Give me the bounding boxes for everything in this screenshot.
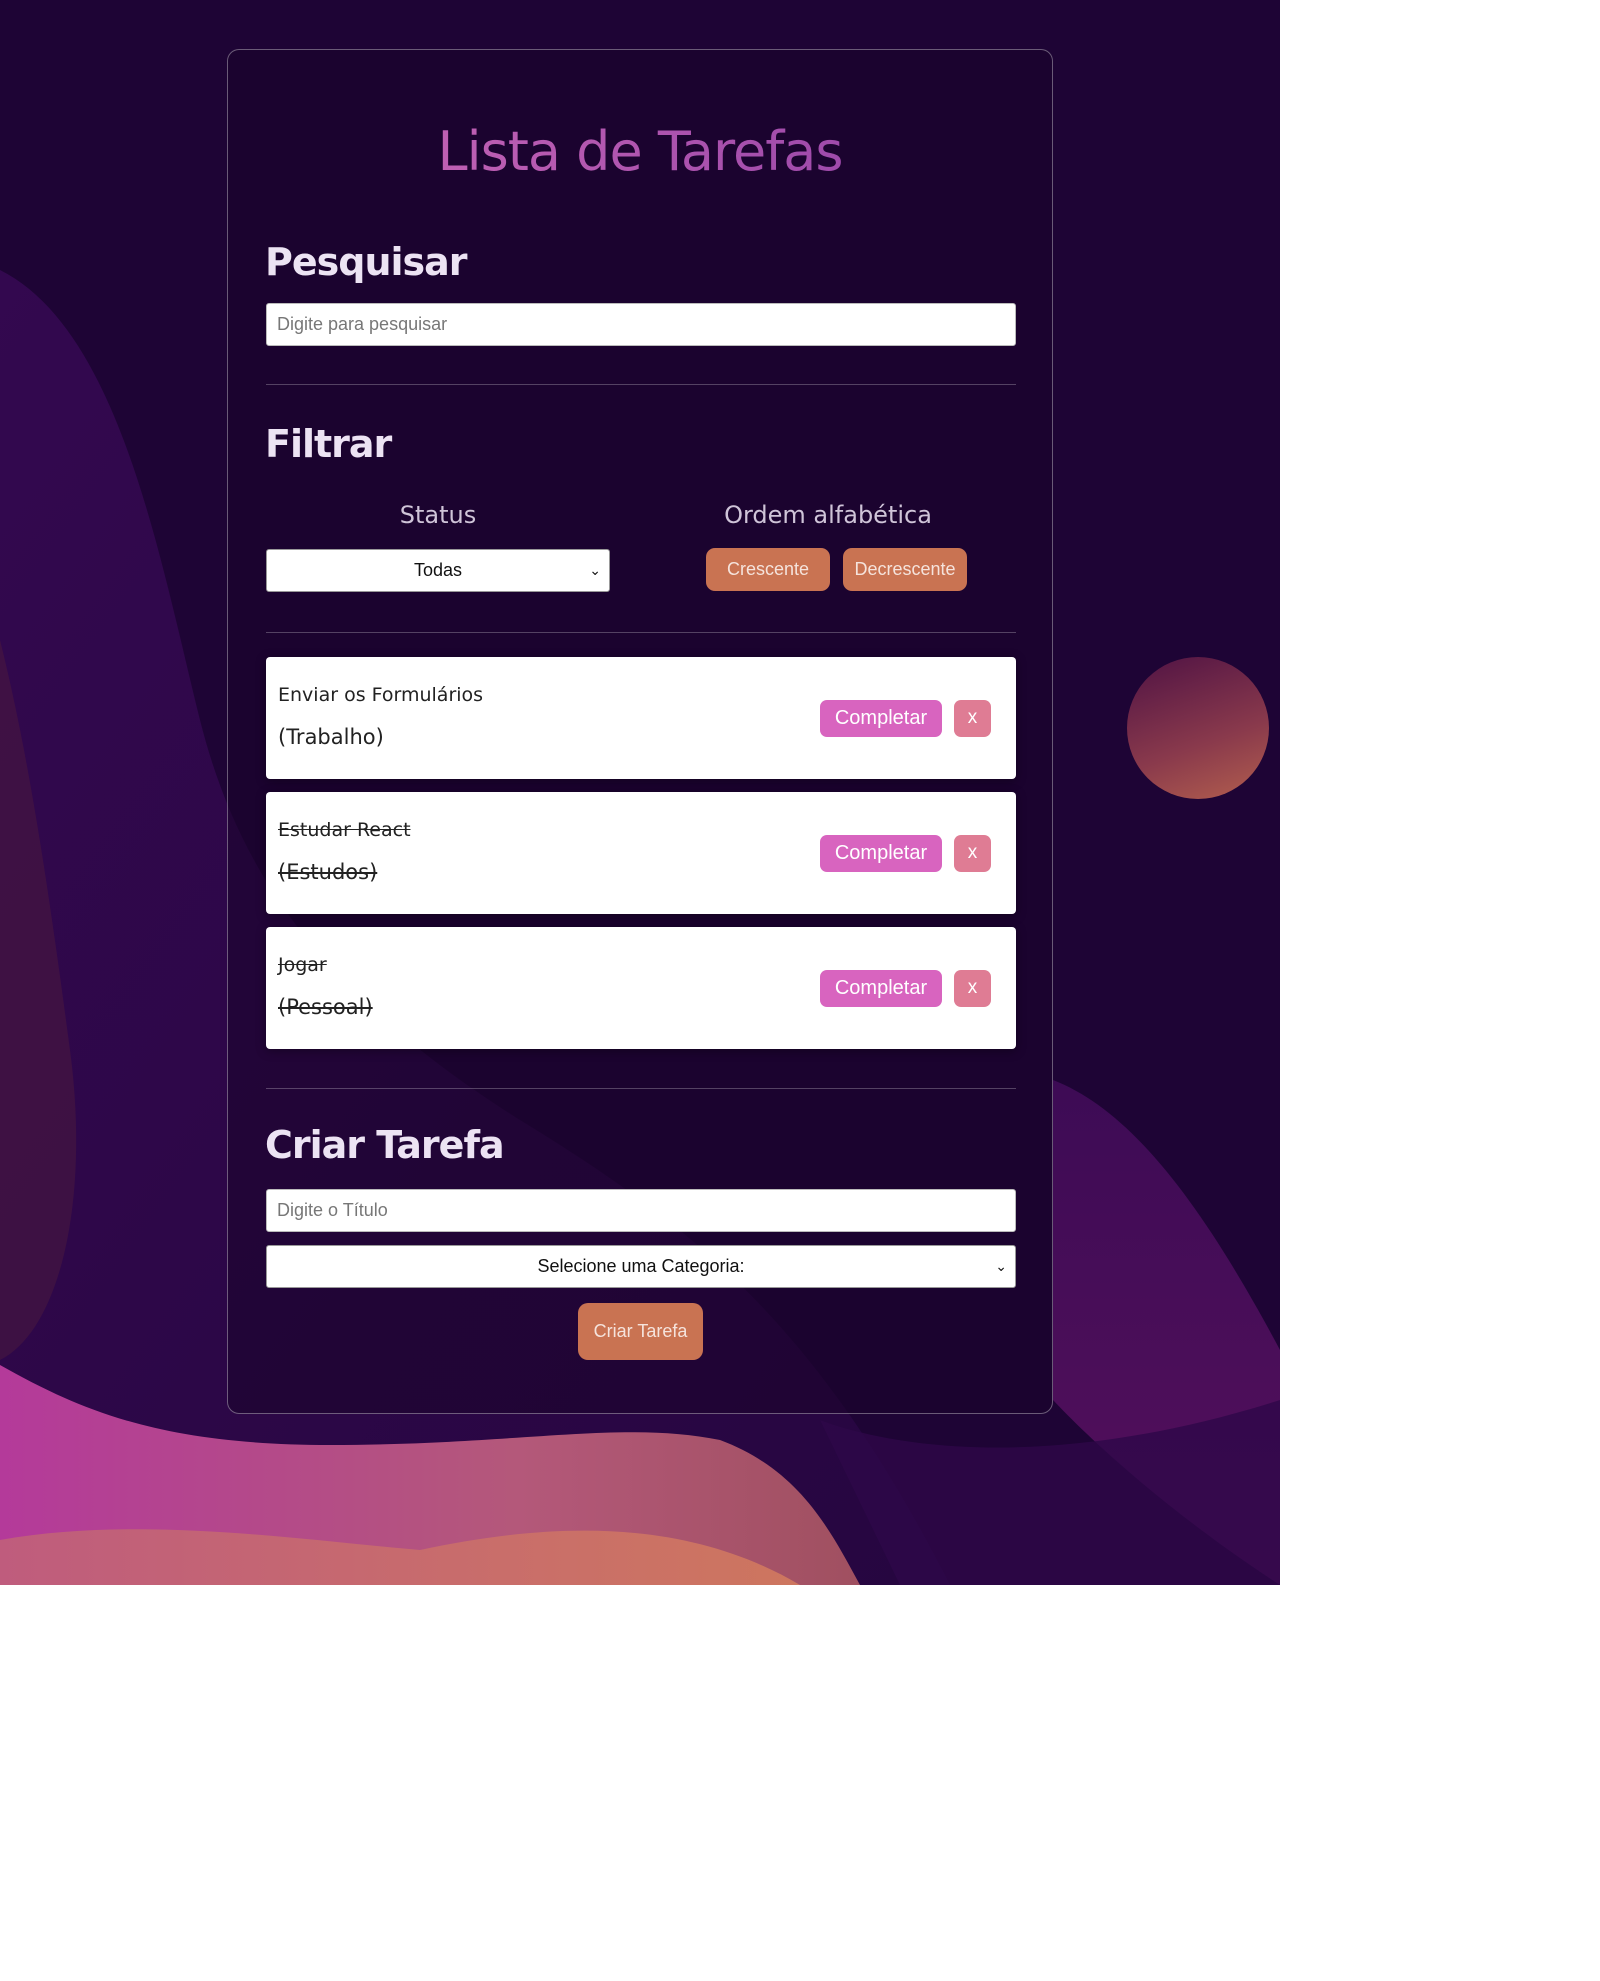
task-item: Estudar React (Estudos) Completar x — [266, 792, 1016, 914]
complete-button[interactable]: Completar — [820, 835, 942, 872]
task-title: Enviar os Formulários — [278, 684, 484, 706]
divider — [266, 1088, 1016, 1089]
page-title: Lista de Tarefas — [228, 120, 1052, 183]
task-title: Estudar React — [278, 819, 411, 841]
task-category: (Pessoal) — [278, 995, 373, 1019]
search-input[interactable]: Digite para pesquisar — [266, 303, 1016, 346]
chevron-down-icon: ⌄ — [589, 562, 601, 578]
status-select[interactable]: Todas ⌄ — [266, 549, 610, 592]
remove-task-button[interactable]: x — [954, 835, 991, 872]
decorative-circle — [1127, 657, 1269, 799]
sort-desc-button[interactable]: Decrescente — [843, 548, 967, 591]
task-title-input[interactable]: Digite o Título — [266, 1189, 1016, 1232]
order-label: Ordem alfabética — [724, 501, 932, 529]
complete-button[interactable]: Completar — [820, 970, 942, 1007]
status-selected-value: Todas — [413, 560, 463, 580]
divider — [266, 632, 1016, 633]
remove-task-button[interactable]: x — [954, 700, 991, 737]
task-item: Jogar (Pessoal) Completar x — [266, 927, 1016, 1049]
task-category: (Estudos) — [278, 860, 378, 884]
filter-heading: Filtrar — [265, 422, 392, 466]
status-label: Status — [399, 501, 477, 529]
task-category: (Trabalho) — [278, 725, 384, 749]
category-select[interactable]: Selecione uma Categoria: ⌄ — [266, 1245, 1016, 1288]
chevron-down-icon: ⌄ — [995, 1258, 1007, 1274]
task-item: Enviar os Formulários (Trabalho) Complet… — [266, 657, 1016, 779]
task-title: Jogar — [278, 954, 327, 976]
category-selected-value: Selecione uma Categoria: — [537, 1256, 745, 1276]
divider — [266, 384, 1016, 385]
search-heading: Pesquisar — [265, 240, 468, 284]
create-heading: Criar Tarefa — [265, 1123, 505, 1167]
remove-task-button[interactable]: x — [954, 970, 991, 1007]
sort-asc-button[interactable]: Crescente — [706, 548, 830, 591]
complete-button[interactable]: Completar — [820, 700, 942, 737]
create-task-button[interactable]: Criar Tarefa — [578, 1303, 703, 1360]
todo-card: Lista de Tarefas Pesquisar Digite para p… — [227, 49, 1053, 1414]
